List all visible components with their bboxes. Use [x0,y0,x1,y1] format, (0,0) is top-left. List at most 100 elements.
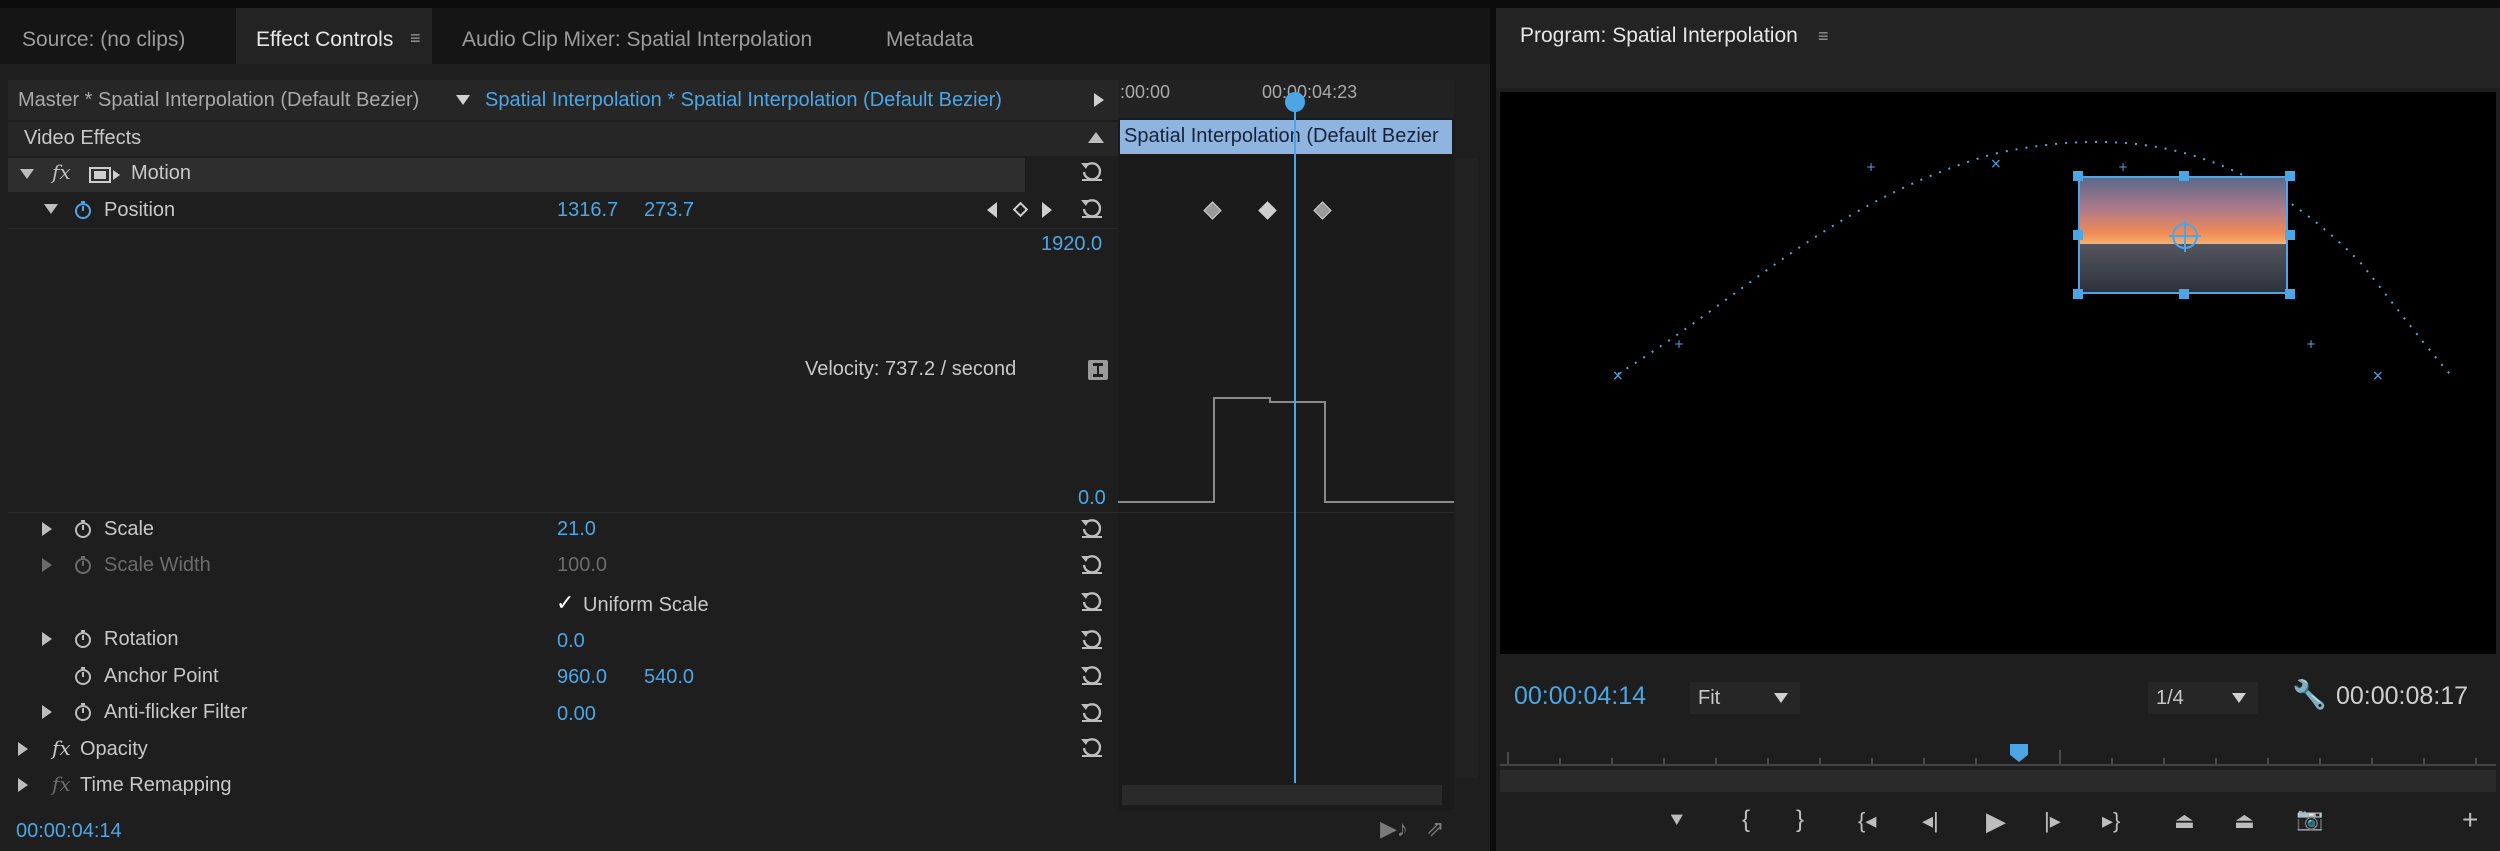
rotation-reset-icon[interactable] [1078,626,1106,650]
anchor-point-y-value[interactable]: 540.0 [644,666,694,689]
clip-dropdown-icon[interactable] [456,95,470,105]
uniform-scale-checkbox[interactable]: ✓ [556,590,574,616]
sequence-clip-label[interactable]: Spatial Interpolation * Spatial Interpol… [485,89,1002,112]
tab-menu-icon[interactable]: ≡ [410,28,421,49]
scale-expand-icon[interactable] [42,522,52,536]
position-stopwatch-icon[interactable] [73,200,93,220]
graph-toggle-icon[interactable] [1088,360,1108,380]
time-remapping-fx-icon: fx [52,772,71,796]
position-y-value[interactable]: 273.7 [644,199,694,222]
clip-handle[interactable] [2285,289,2295,299]
tab-effect-controls[interactable]: Effect Controls [236,8,432,64]
tab-audio-clip-mixer[interactable]: Audio Clip Mixer: Spatial Interpolation [462,8,812,64]
fit-dropdown[interactable]: Fit [1690,682,1800,714]
timeline-start-time: :00:00 [1120,82,1171,102]
step-back-icon[interactable]: ◂| [1922,808,1939,834]
opacity-expand-icon[interactable] [18,742,28,756]
plus-icon[interactable]: + [2462,804,2478,836]
anchor-point-reset-icon[interactable] [1078,662,1106,686]
clip-handle[interactable] [2073,230,2083,240]
position-reset-icon[interactable] [1078,195,1106,219]
anchor-point-label: Anchor Point [104,665,219,687]
rotation-expand-icon[interactable] [42,632,52,646]
opacity-reset-icon[interactable] [1078,734,1106,758]
program-time-ruler[interactable] [1500,744,2496,766]
play-icon[interactable]: ▶ [1986,806,2006,837]
motion-expand-icon[interactable] [20,169,34,179]
scale-reset-icon[interactable] [1078,515,1106,539]
anti-flicker-value[interactable]: 0.00 [557,703,596,726]
scale-width-label: Scale Width [104,554,211,576]
export-icon[interactable]: ⇗ [1426,816,1444,842]
effect-playhead-handle[interactable] [1285,92,1305,112]
time-remapping-expand-icon[interactable] [18,778,28,792]
rotation-value[interactable]: 0.0 [557,630,585,653]
camera-icon[interactable]: 📷 [2296,806,2323,832]
program-duration: 00:00:08:17 [2336,682,2469,710]
uniform-scale-reset-icon[interactable] [1078,588,1106,612]
clip-handle[interactable] [2285,230,2295,240]
effect-controls-current-time[interactable]: 00:00:04:14 [16,820,122,843]
go-to-in-icon[interactable]: {◂ [1858,808,1876,834]
wrench-icon[interactable]: 🔧 [2292,678,2327,711]
anchor-point-stopwatch-icon[interactable] [73,666,93,686]
resolution-dropdown[interactable]: 1/4 [2148,682,2258,714]
scale-label: Scale [104,518,155,540]
scale-stopwatch-icon[interactable] [73,519,93,539]
position-label: Position [104,199,176,221]
clip-handle[interactable] [2179,289,2189,299]
effect-timeline[interactable]: :00:00 00:00:04:23 Spatial Interpolation… [1118,80,1454,810]
mark-in-icon[interactable]: { [1742,806,1750,834]
step-forward-icon[interactable]: |▸ [2044,808,2061,834]
anti-flicker-reset-icon[interactable] [1078,699,1106,723]
program-video-canvas[interactable]: × + + × + + × [1500,92,2496,654]
rotation-stopwatch-icon[interactable] [73,629,93,649]
position-x-value[interactable]: 1316.7 [557,199,618,222]
prev-keyframe-icon[interactable] [987,202,997,218]
program-current-time[interactable]: 00:00:04:14 [1514,682,1646,711]
velocity-graph[interactable] [1118,230,1454,600]
program-ruler-ticks [1500,750,2496,766]
time-remapping-label: Time Remapping [80,774,232,796]
clip-handle[interactable] [2285,171,2295,181]
go-to-out-icon[interactable]: ▸} [2102,808,2120,834]
svg-text:×: × [2372,368,2384,384]
position-expand-icon[interactable] [44,204,58,214]
tab-source[interactable]: Source: (no clips) [22,8,185,64]
program-zoom-scrollbar[interactable] [1500,770,2496,792]
next-keyframe-icon[interactable] [1042,202,1052,218]
uniform-scale-label: Uniform Scale [583,594,709,616]
effect-playhead-line[interactable] [1294,98,1296,783]
anti-flicker-expand-icon[interactable] [42,705,52,719]
anchor-point-x-value[interactable]: 960.0 [557,666,607,689]
extract-icon[interactable]: ⏏ [2234,808,2255,834]
vertical-scrollbar[interactable] [1456,158,1478,778]
clip-handle[interactable] [2073,171,2083,181]
timeline-separator [1118,512,1454,513]
svg-text:×: × [1612,368,1624,384]
anchor-point-crosshair-icon[interactable] [2169,220,2201,252]
scroll-up-icon[interactable] [1088,132,1104,143]
anti-flicker-stopwatch-icon[interactable] [73,702,93,722]
motion-reset-icon[interactable] [1078,158,1106,182]
motion-transform-icon [89,167,120,183]
program-menu-icon[interactable]: ≡ [1818,26,1829,47]
scale-value[interactable]: 21.0 [557,518,596,541]
lift-icon[interactable]: ⏏ [2174,808,2195,834]
keyframe-icon[interactable] [1258,201,1277,220]
fx-icon[interactable]: fx [52,160,71,184]
mark-out-icon[interactable]: } [1796,806,1804,834]
add-marker-icon[interactable]: ⯆ [1668,808,1686,834]
timeline-horizontal-scrollbar[interactable] [1122,785,1442,805]
clip-handle[interactable] [2073,289,2083,299]
clip-handle[interactable] [2179,171,2189,181]
audio-scrub-icon[interactable]: ▶♪ [1380,816,1408,842]
resolution-dropdown-icon [2232,693,2246,703]
keyframe-icon[interactable] [1203,201,1222,220]
opacity-fx-icon[interactable]: fx [52,736,71,760]
tab-metadata[interactable]: Metadata [886,8,974,64]
show-timeline-toggle-icon[interactable] [1094,93,1104,107]
keyframe-icon[interactable] [1313,201,1332,220]
motion-path: × + + × + + × [1612,140,2451,384]
scale-width-reset-icon[interactable] [1078,551,1106,575]
